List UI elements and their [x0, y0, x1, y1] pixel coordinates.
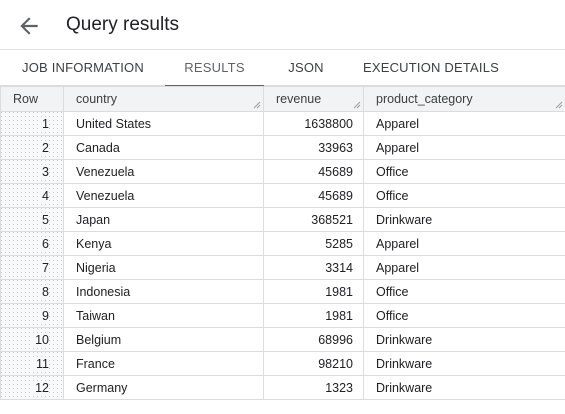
table-row: 12 Germany 1323 Drinkware [0, 375, 565, 400]
revenue-cell: 68996 [263, 327, 364, 352]
resize-handle-icon[interactable] [253, 101, 261, 109]
table-row: 11 France 98210 Drinkware [0, 351, 565, 376]
row-number-cell: 11 [0, 351, 64, 376]
row-number-cell: 1 [0, 111, 64, 136]
product-category-cell: Drinkware [363, 327, 565, 352]
country-cell: Japan [63, 207, 264, 232]
revenue-cell: 1981 [263, 279, 364, 304]
table-row: 10 Belgium 68996 Drinkware [0, 327, 565, 352]
table-header-row: Row country revenue product_category [0, 86, 565, 112]
country-cell: France [63, 351, 264, 376]
revenue-cell: 33963 [263, 135, 364, 160]
product-category-cell: Apparel [363, 255, 565, 280]
tab-results[interactable]: RESULTS [165, 50, 264, 87]
page-title: Query results [66, 14, 179, 35]
results-table: Row country revenue product_category 1 U… [0, 86, 565, 400]
revenue-cell: 1323 [263, 375, 364, 400]
country-cell: Germany [63, 375, 264, 400]
table-row: 7 Nigeria 3314 Apparel [0, 255, 565, 280]
row-number-cell: 9 [0, 303, 64, 328]
tab-job-information[interactable]: JOB INFORMATION [14, 50, 152, 86]
revenue-cell: 3314 [263, 255, 364, 280]
column-header-product-category[interactable]: product_category [363, 86, 565, 112]
revenue-cell: 45689 [263, 159, 364, 184]
product-category-cell: Apparel [363, 231, 565, 256]
resize-handle-icon[interactable] [555, 101, 563, 109]
row-number-cell: 4 [0, 183, 64, 208]
product-category-cell: Drinkware [363, 351, 565, 376]
revenue-cell: 45689 [263, 183, 364, 208]
country-cell: United States [63, 111, 264, 136]
country-cell: Canada [63, 135, 264, 160]
table-row: 3 Venezuela 45689 Office [0, 159, 565, 184]
column-header-revenue[interactable]: revenue [263, 86, 364, 112]
revenue-cell: 368521 [263, 207, 364, 232]
revenue-cell: 5285 [263, 231, 364, 256]
country-cell: Venezuela [63, 159, 264, 184]
product-category-cell: Drinkware [363, 207, 565, 232]
table-row: 1 United States 1638800 Apparel [0, 111, 565, 136]
header-bar: Query results [0, 0, 565, 50]
row-number-cell: 8 [0, 279, 64, 304]
table-row: 6 Kenya 5285 Apparel [0, 231, 565, 256]
product-category-cell: Drinkware [363, 375, 565, 400]
column-header-country[interactable]: country [63, 86, 264, 112]
product-category-cell: Office [363, 183, 565, 208]
country-cell: Venezuela [63, 183, 264, 208]
product-category-cell: Office [363, 303, 565, 328]
product-category-cell: Apparel [363, 111, 565, 136]
table-row: 8 Indonesia 1981 Office [0, 279, 565, 304]
row-number-cell: 2 [0, 135, 64, 160]
arrow-back-icon [20, 17, 38, 35]
row-number-cell: 5 [0, 207, 64, 232]
row-number-cell: 6 [0, 231, 64, 256]
revenue-cell: 98210 [263, 351, 364, 376]
resize-handle-icon[interactable] [353, 101, 361, 109]
country-cell: Belgium [63, 327, 264, 352]
revenue-cell: 1638800 [263, 111, 364, 136]
row-number-cell: 12 [0, 375, 64, 400]
country-cell: Nigeria [63, 255, 264, 280]
table-row: 5 Japan 368521 Drinkware [0, 207, 565, 232]
table-row: 9 Taiwan 1981 Office [0, 303, 565, 328]
tab-json[interactable]: JSON [278, 50, 334, 86]
revenue-cell: 1981 [263, 303, 364, 328]
product-category-cell: Office [363, 159, 565, 184]
table-row: 4 Venezuela 45689 Office [0, 183, 565, 208]
column-header-row: Row [0, 86, 64, 112]
tab-bar: JOB INFORMATION RESULTS JSON EXECUTION D… [0, 50, 565, 87]
tab-execution-details[interactable]: EXECUTION DETAILS [356, 50, 506, 86]
row-number-cell: 10 [0, 327, 64, 352]
country-cell: Taiwan [63, 303, 264, 328]
product-category-cell: Office [363, 279, 565, 304]
country-cell: Kenya [63, 231, 264, 256]
results-grid: Row country revenue product_category 1 U… [0, 86, 565, 400]
country-cell: Indonesia [63, 279, 264, 304]
row-number-cell: 3 [0, 159, 64, 184]
product-category-cell: Apparel [363, 135, 565, 160]
row-number-cell: 7 [0, 255, 64, 280]
table-row: 2 Canada 33963 Apparel [0, 135, 565, 160]
back-button[interactable] [16, 13, 42, 39]
